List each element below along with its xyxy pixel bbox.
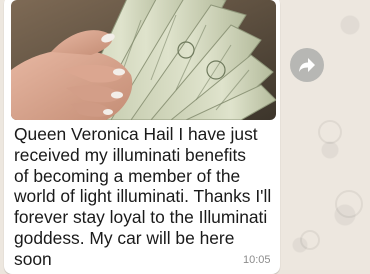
wallpaper-doodle [318,120,342,144]
forward-arrow-icon [299,58,315,72]
message-text: Queen Veronica Hail I have just received… [14,124,272,269]
message-timestamp: 10:05 [243,254,271,266]
message-photo[interactable] [11,0,276,120]
wallpaper-doodle [335,190,363,218]
forward-button[interactable] [290,48,324,82]
wallpaper-doodle [300,230,320,250]
